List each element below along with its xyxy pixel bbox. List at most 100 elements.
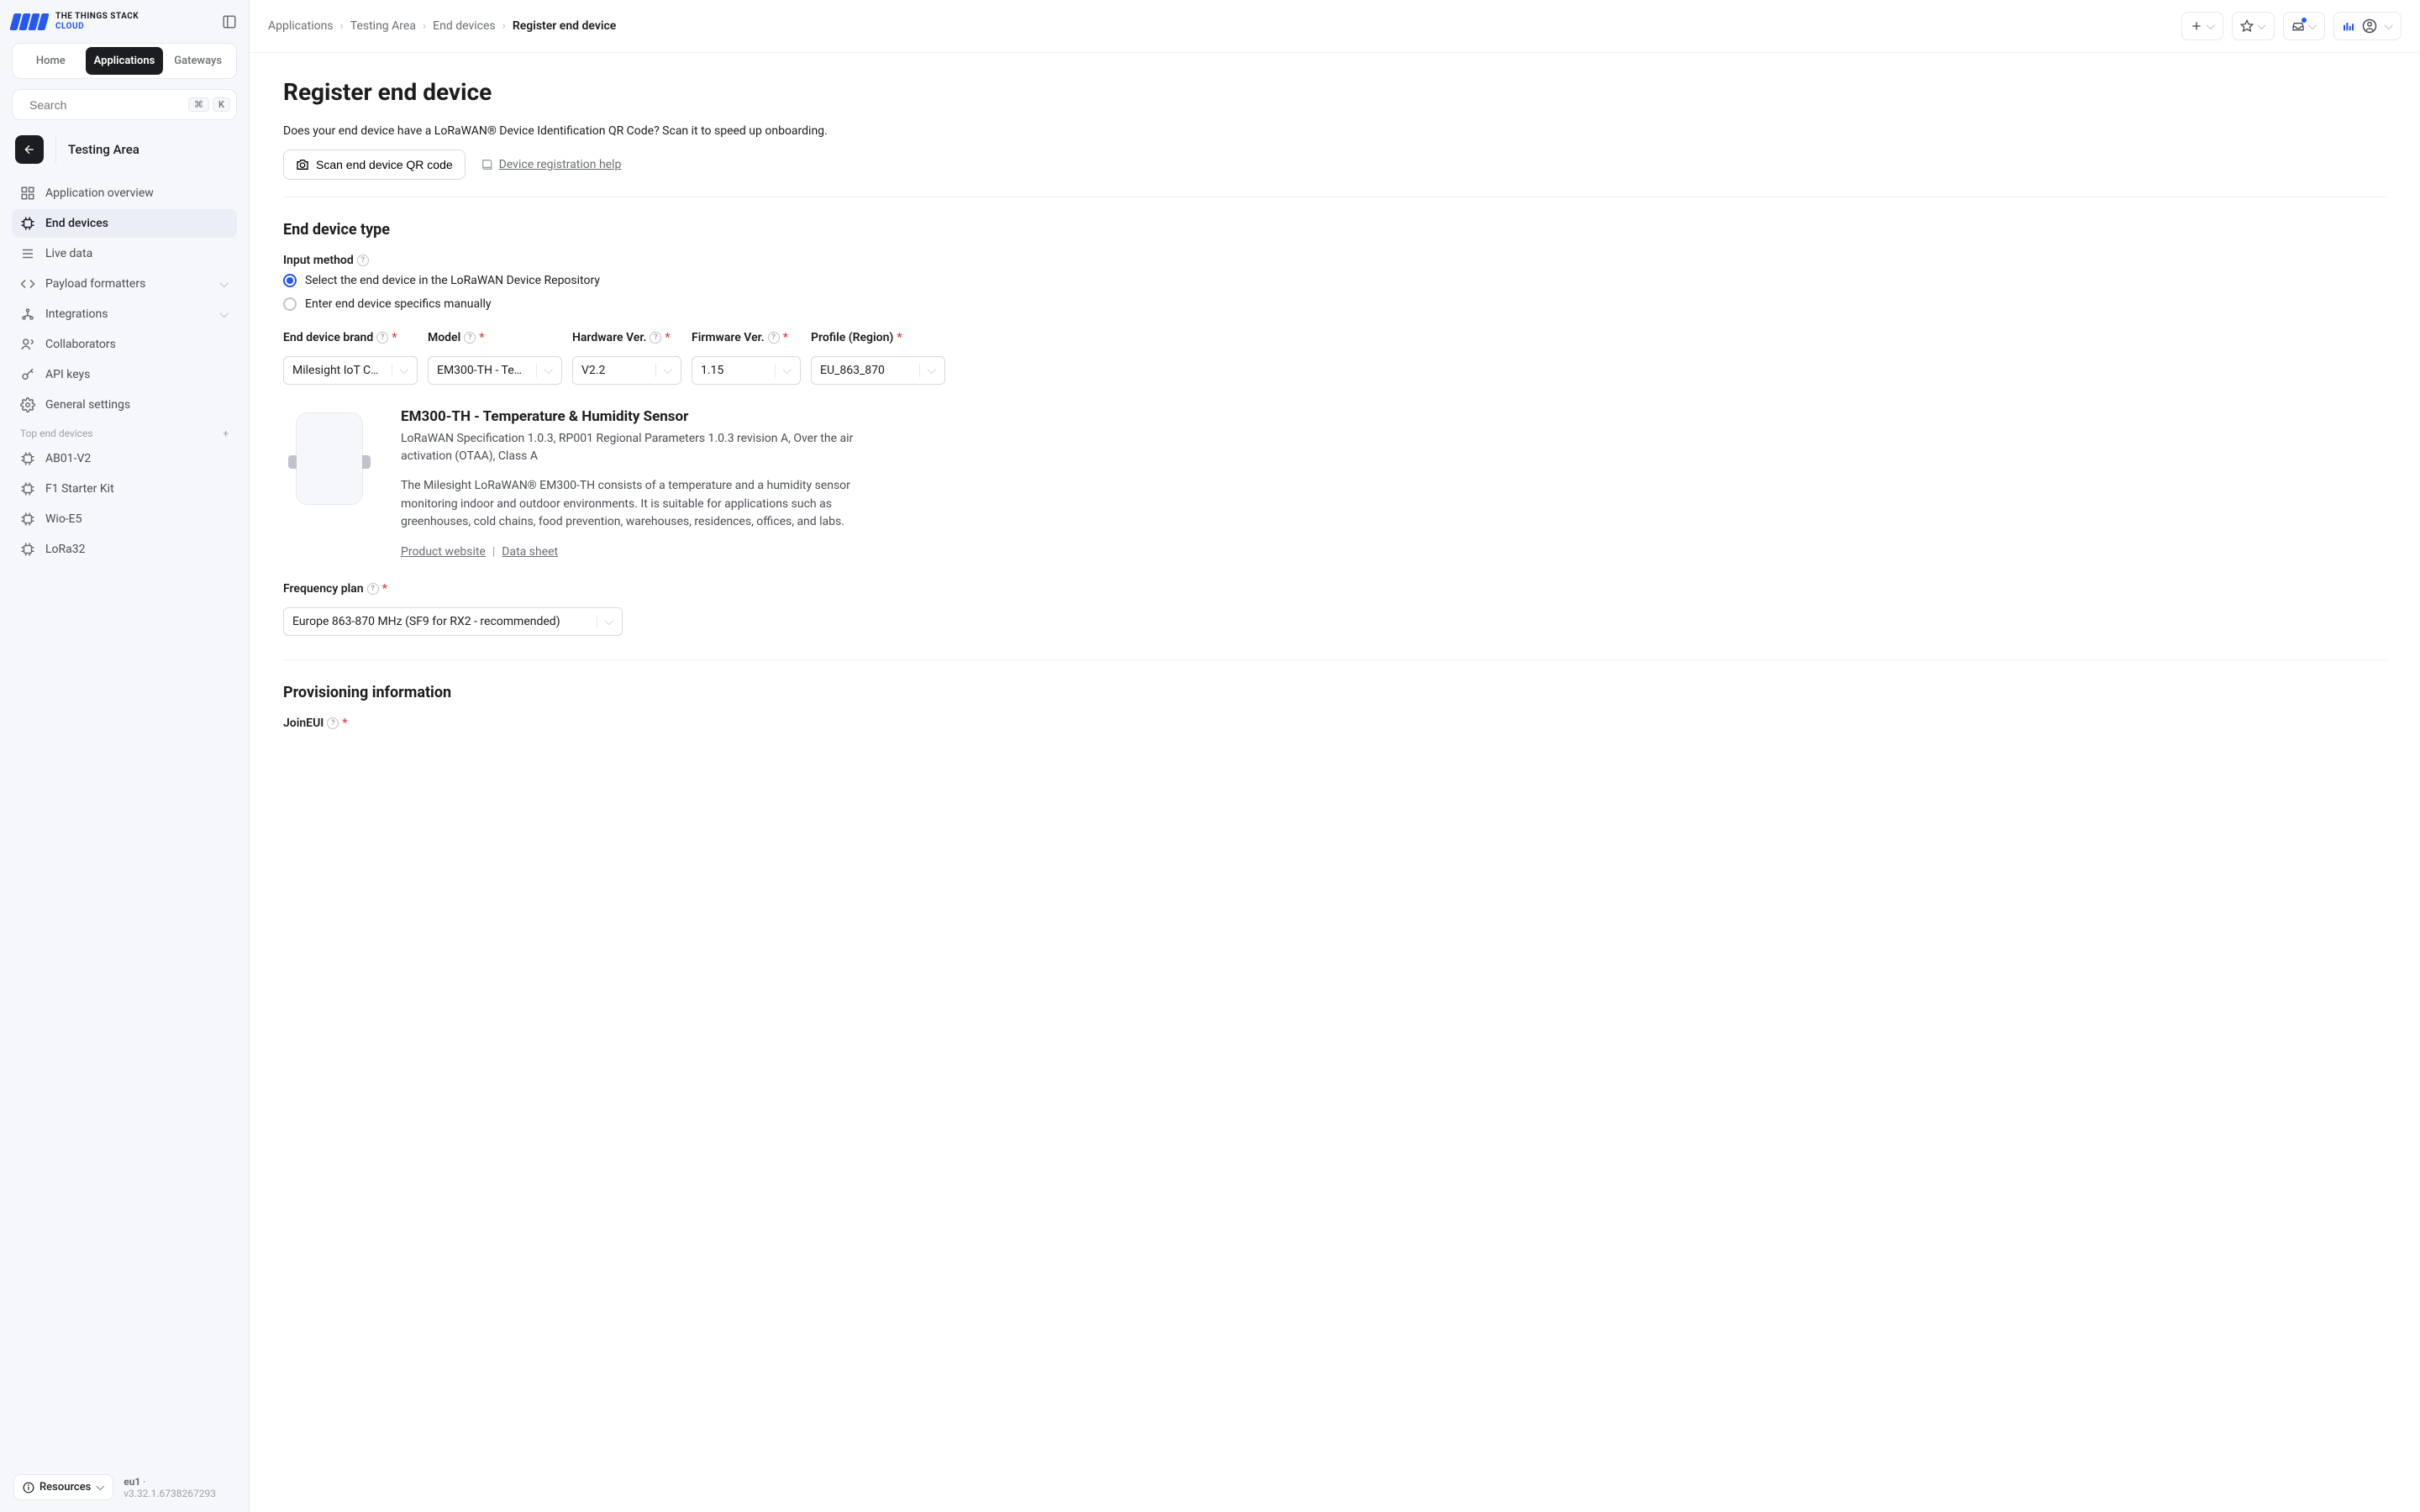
breadcrumb-current: Register end device (513, 19, 617, 33)
nav-collaborators[interactable]: Collaborators (12, 330, 237, 359)
hardware-label: Hardware Ver.?* (572, 331, 681, 344)
breadcrumb-link[interactable]: Applications (268, 19, 334, 33)
device-description: The Milesight LoRaWAN® EM300-TH consists… (401, 477, 871, 532)
info-icon[interactable]: ? (768, 332, 780, 344)
breadcrumb-link[interactable]: End devices (433, 19, 495, 33)
code-icon (20, 276, 35, 291)
chip-icon (20, 451, 35, 466)
tab-gateways[interactable]: Gateways (163, 47, 233, 75)
nav-integrations[interactable]: Integrations ⌵ (12, 300, 237, 328)
integrations-icon (20, 307, 35, 322)
scan-qr-button[interactable]: Scan end device QR code (283, 150, 466, 180)
chevron-down-icon: ⌵ (2384, 19, 2393, 33)
key-icon (20, 367, 35, 382)
cluster-version: eu1 · v3.32.1.6738267293 (124, 1476, 235, 1499)
resources-button[interactable]: Resources ⌵ (13, 1474, 113, 1500)
inbox-button[interactable]: ⌵ (2283, 12, 2326, 40)
info-icon[interactable]: ? (327, 717, 339, 729)
chevron-down-icon: ⌵ (219, 277, 229, 291)
org-icon (2342, 19, 2355, 33)
chevron-down-icon: ⌵ (2257, 19, 2266, 33)
account-button[interactable]: ⌵ (2333, 12, 2402, 40)
device-image (283, 408, 376, 509)
application-name: Testing Area (55, 135, 139, 164)
nav-live-data[interactable]: Live data (12, 239, 237, 268)
radio-unchecked-icon (283, 297, 297, 311)
breadcrumb-link[interactable]: Testing Area (350, 19, 416, 33)
chevron-down-icon: ⌵ (2207, 19, 2216, 33)
panel-collapse-icon[interactable] (222, 14, 237, 29)
chip-icon (20, 216, 35, 231)
top-device-item[interactable]: F1 Starter Kit (12, 475, 237, 503)
user-icon (2362, 18, 2377, 34)
info-icon[interactable]: ? (367, 583, 379, 595)
nav-end-devices[interactable]: End devices (12, 209, 237, 238)
chip-icon (20, 512, 35, 527)
top-device-item[interactable]: LoRa32 (12, 535, 237, 564)
tab-applications[interactable]: Applications (86, 47, 164, 75)
book-icon (481, 158, 494, 171)
profile-label: Profile (Region)* (811, 331, 945, 344)
device-meta: LoRaWAN Specification 1.0.3, RP001 Regio… (401, 430, 871, 465)
input-method-label: Input method ? (283, 254, 2386, 267)
nav-application-overview[interactable]: Application overview (12, 179, 237, 207)
model-label: Model?* (428, 331, 562, 344)
brand-logo (12, 13, 47, 30)
users-icon (20, 337, 35, 352)
profile-select[interactable]: EU_863_870⌵ (811, 356, 945, 385)
tab-home[interactable]: Home (16, 47, 86, 75)
breadcrumb: Applications › Testing Area › End device… (268, 19, 616, 33)
firmware-select[interactable]: 1.15⌵ (692, 356, 801, 385)
top-device-item[interactable]: AB01-V2 (12, 444, 237, 473)
page-lead: Does your end device have a LoRaWAN® Dev… (283, 124, 2386, 138)
add-button[interactable]: ⌵ (2181, 12, 2224, 40)
section-device-type: End device type (283, 221, 2386, 239)
arrow-left-icon (23, 143, 36, 156)
chevron-down-icon: ⌵ (219, 307, 229, 321)
nav-api-keys[interactable]: API keys (12, 360, 237, 389)
chip-icon (20, 481, 35, 496)
info-icon[interactable]: ? (376, 332, 388, 344)
info-icon (23, 1482, 34, 1494)
star-icon (2240, 19, 2254, 33)
datasheet-link[interactable]: Data sheet (502, 545, 558, 559)
join-eui-label: JoinEUI ? * (283, 717, 2386, 730)
plus-icon (2190, 19, 2203, 33)
hardware-select[interactable]: V2.2⌵ (572, 356, 681, 385)
brand-select[interactable]: Milesight IoT Co…⌵ (283, 356, 418, 385)
camera-icon (296, 158, 309, 171)
search-input[interactable]: ⌘K (12, 89, 237, 120)
grid-icon (20, 186, 35, 201)
info-icon[interactable]: ? (464, 332, 476, 344)
brand-label: End device brand?* (283, 331, 418, 344)
frequency-plan-label: Frequency plan ? * (283, 582, 623, 596)
radio-checked-icon (283, 274, 297, 287)
info-icon[interactable]: ? (650, 332, 661, 344)
radio-manual[interactable]: Enter end device specifics manually (283, 297, 2386, 311)
page-title: Register end device (283, 78, 2386, 106)
frequency-plan-select[interactable]: Europe 863-870 MHz (SF9 for RX2 - recomm… (283, 607, 623, 636)
firmware-label: Firmware Ver.?* (692, 331, 801, 344)
nav-payload-formatters[interactable]: Payload formatters ⌵ (12, 270, 237, 298)
back-button[interactable] (15, 135, 44, 164)
chevron-down-icon: ⌵ (96, 1481, 104, 1494)
main-tabs: Home Applications Gateways (12, 43, 237, 79)
chevron-down-icon: ⌵ (2308, 19, 2317, 33)
radio-repository[interactable]: Select the end device in the LoRaWAN Dev… (283, 274, 2386, 287)
device-name: EM300-TH - Temperature & Humidity Sensor (401, 408, 871, 425)
nav-general-settings[interactable]: General settings (12, 391, 237, 419)
star-button[interactable]: ⌵ (2232, 12, 2275, 40)
brand-text: THE THINGS STACK CLOUD (55, 12, 139, 31)
info-icon[interactable]: ? (357, 255, 369, 266)
notification-dot (2302, 18, 2307, 23)
section-provisioning: Provisioning information (283, 684, 2386, 701)
gear-icon (20, 397, 35, 412)
add-top-device-button[interactable]: + (223, 428, 229, 439)
top-devices-label: Top end devices + (12, 419, 237, 444)
model-select[interactable]: EM300-TH - Te…⌵ (428, 356, 562, 385)
top-device-item[interactable]: Wio-E5 (12, 505, 237, 533)
list-icon (20, 246, 35, 261)
search-shortcut: ⌘K (188, 97, 230, 112)
registration-help-link[interactable]: Device registration help (481, 158, 622, 171)
product-website-link[interactable]: Product website (401, 545, 486, 559)
